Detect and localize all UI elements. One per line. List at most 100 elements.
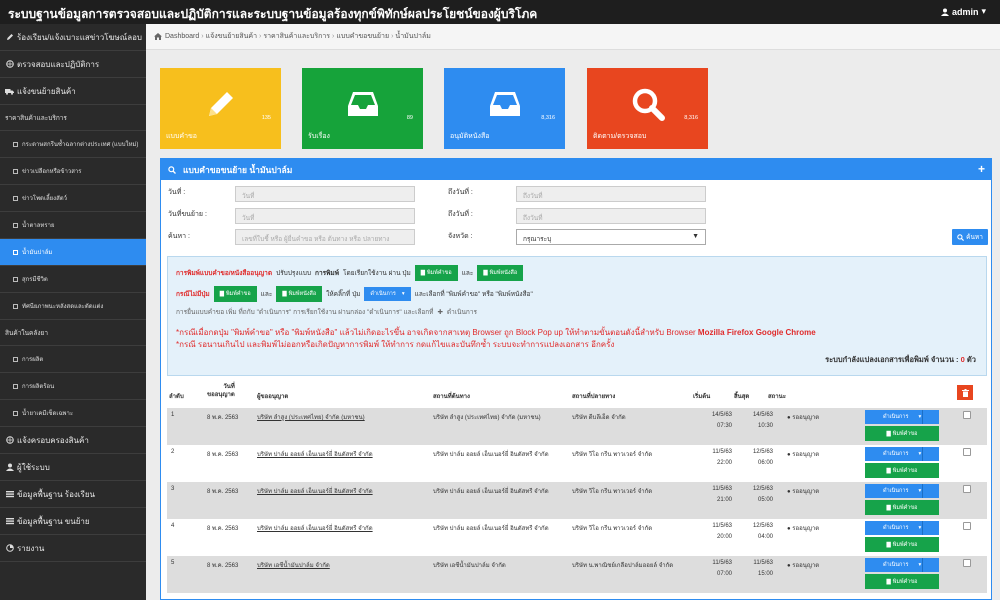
row-no: 2 [171, 449, 175, 455]
operate-button[interactable]: ดำเนินการ ▾ [364, 287, 411, 301]
sidebar-sub-item[interactable]: การผลิตร้อน [0, 373, 146, 400]
printer-icon: ▇ [886, 467, 891, 474]
sidebar-sub-item[interactable]: ข่าวเปลือกหรือข้าวสาร [0, 158, 146, 185]
sidebar-item-complaint-data[interactable]: ข้อมูลพื้นฐาน ร้องเรียน [0, 481, 146, 508]
tile-label: อนุมัติหนังสือ [450, 133, 490, 140]
row-checkbox[interactable] [963, 559, 971, 567]
table-row[interactable]: 2 8 พ.ค. 2563 บริษัท ปาล์ม ออยล์ เอ็นเนอ… [167, 445, 987, 482]
search-icon [632, 88, 665, 121]
row-date: 8 พ.ค. 2563 [207, 489, 239, 495]
row-dest: บริษัท น.พาณิชย์เกลือปาล์มออยล์ จำกัด [572, 563, 674, 569]
col-start: เริ่มต้น [693, 394, 711, 400]
sidebar-item-transport[interactable]: แจ้งขนย้ายสินค้า [0, 78, 146, 105]
row-dest: บริษัท วีโอ กรีน พาวเวอร์ จำกัด [572, 452, 653, 458]
date-input[interactable]: วันที่ [235, 186, 415, 202]
row-checkbox[interactable] [963, 448, 971, 456]
sidebar-item-possession[interactable]: แจ้งครอบครองสินค้า [0, 427, 146, 454]
operate-dropdown[interactable]: ดำเนินการ ▾ [865, 410, 939, 424]
to-move-date-input[interactable]: ถึงวันที่ [516, 208, 706, 224]
row-checkbox[interactable] [963, 522, 971, 530]
caret-down-icon: ▾ [918, 451, 922, 457]
print-form-button[interactable]: ▇ พิมพ์คำขอ [865, 574, 939, 589]
tile-approved[interactable]: 8,316 อนุมัติหนังสือ [444, 68, 565, 149]
sidebar-item-complaint[interactable]: ร้องเรียน/แจ้งเบาะแสข่าวโฆษณ์ลอบ [0, 24, 146, 51]
breadcrumb-dashboard[interactable]: Dashboard [165, 33, 199, 40]
row-applicant[interactable]: บริษัท ปาล์ม ออยล์ เอ็นเนอร์ยี่ อินดัสทร… [257, 486, 373, 496]
print-form-button[interactable]: ▇ พิมพ์คำขอ [865, 537, 939, 552]
row-end-time: 05:00 [757, 497, 773, 503]
province-select[interactable]: กรุณาระบุ ▼ [516, 229, 706, 245]
table-row[interactable]: 5 8 พ.ค. 2563 บริษัท เอชีน้ำมันปาล์ม จำก… [167, 556, 987, 593]
col-status: สถานะ [768, 394, 786, 400]
search-button[interactable]: ค้นหา [952, 229, 988, 245]
row-end-date: 12/5/63 [752, 449, 773, 455]
info-icon: ● [787, 526, 791, 532]
sidebar: ร้องเรียน/แจ้งเบาะแสข่าวโฆษณ์ลอบ ตรวจสอบ… [0, 24, 146, 600]
tile-received[interactable]: 89 รับเรื่อง [302, 68, 423, 149]
square-icon [13, 195, 18, 201]
sidebar-sub-item-palm-oil[interactable]: น้ำมันปาล์ม [0, 239, 146, 266]
printer-icon: ▇ [886, 504, 891, 511]
print-form-button[interactable]: ▇ พิมพ์คำขอ [865, 463, 939, 478]
tile-request[interactable]: 135 แบบคำขอ [160, 68, 281, 149]
row-applicant[interactable]: บริษัท ปาล์ม ออยล์ เอ็นเนอร์ยี่ อินดัสทร… [257, 523, 373, 533]
breadcrumb-prices[interactable]: ราคาสินค้าและบริการ [263, 31, 330, 42]
row-source: บริษัท เอชีน้ำมันปาล์ม จำกัด [433, 563, 506, 569]
sidebar-item-inspection[interactable]: ตรวจสอบและปฏิบัติการ [0, 51, 146, 78]
row-end-date: 12/5/63 [752, 523, 773, 529]
sidebar-sub-item[interactable]: กระดาษสกรีนซ้ำฉลากต่างประเทศ (แบบใหม่) [0, 131, 146, 158]
row-date: 8 พ.ค. 2563 [207, 452, 239, 458]
sidebar-sub-item[interactable]: น้ำยาเคมีเช็ดเฉพาะ [0, 400, 146, 427]
sidebar-sub-item[interactable]: น้ำตาลทราย [0, 212, 146, 239]
delete-button[interactable] [957, 385, 973, 400]
table-row[interactable]: 1 8 พ.ค. 2563 บริษัท ลำสูง (ประเทศไทย) จ… [167, 408, 987, 445]
row-checkbox[interactable] [963, 485, 971, 493]
row-no: 4 [171, 523, 175, 529]
row-checkbox[interactable] [963, 411, 971, 419]
sidebar-item-transport-data[interactable]: ข้อมูลพื้นฐาน ขนย้าย [0, 508, 146, 535]
list-icon [5, 517, 14, 525]
expand-icon[interactable]: + [978, 162, 985, 176]
tile-label: ติดตาม/ตรวจสอบ [593, 133, 647, 140]
plus-icon: ✚ [437, 309, 443, 316]
row-status: ● รออนุญาต [787, 415, 820, 421]
breadcrumb-transport[interactable]: แจ้งขนย้ายสินค้า [206, 31, 257, 42]
move-date-input[interactable]: วันที่ [235, 208, 415, 224]
sidebar-item-users[interactable]: ผู้ใช้ระบบ [0, 454, 146, 481]
caret-down-icon: ▾ [918, 525, 922, 531]
row-applicant[interactable]: บริษัท ลำสูง (ประเทศไทย) จำกัด (มหาชน) [257, 412, 365, 422]
operate-dropdown[interactable]: ดำเนินการ ▾ [865, 558, 939, 572]
info-box: การพิมพ์แบบคำขอ/หนังสืออนุญาต ปรับปรุงแบ… [167, 256, 987, 376]
sidebar-sub-item[interactable]: สุกรมีชีวิต [0, 266, 146, 293]
caret-down-icon: ▾ [981, 6, 986, 16]
print-letter-button[interactable]: ▇ พิมพ์หนังสือ [477, 265, 524, 281]
move-date-label: วันที่ขนย้าย : [168, 211, 207, 218]
sidebar-item-reports[interactable]: รายงาน [0, 535, 146, 562]
col-dest: สถานที่ปลายทาง [572, 394, 616, 400]
user-menu[interactable]: admin ▾ [940, 6, 986, 17]
print-form-button[interactable]: ▇ พิมพ์คำขอ [213, 286, 257, 302]
row-applicant[interactable]: บริษัท เอชีน้ำมันปาล์ม จำกัด [257, 560, 330, 570]
row-applicant[interactable]: บริษัท ปาล์ม ออยล์ เอ็นเนอร์ยี่ อินดัสทร… [257, 449, 373, 459]
print-form-button[interactable]: ▇ พิมพ์คำขอ [414, 265, 458, 281]
info-line-2: กรณีไม่มีปุ่ม ▇ พิมพ์คำขอ และ ▇ พิมพ์หนังส… [176, 286, 533, 302]
printer-icon: ▇ [886, 430, 891, 437]
to-date-input[interactable]: ถึงวันที่ [516, 186, 706, 202]
sidebar-sub-item[interactable]: การผลิต [0, 346, 146, 373]
print-letter-button[interactable]: ▇ พิมพ์หนังสือ [276, 286, 323, 302]
operate-dropdown[interactable]: ดำเนินการ ▾ [865, 447, 939, 461]
operate-dropdown[interactable]: ดำเนินการ ▾ [865, 521, 939, 535]
row-source: บริษัท ปาล์ม ออยล์ เอ็นเนอร์ยี่ อินดัสทร… [433, 452, 549, 458]
table-row[interactable]: 3 8 พ.ค. 2563 บริษัท ปาล์ม ออยล์ เอ็นเนอ… [167, 482, 987, 519]
tile-tracking[interactable]: 8,316 ติดตาม/ตรวจสอบ [587, 68, 708, 149]
operate-dropdown[interactable]: ดำเนินการ ▾ [865, 484, 939, 498]
sidebar-sub-item[interactable]: ข่าวโพดเลี้ยงสัตว์ [0, 185, 146, 212]
print-form-button[interactable]: ▇ พิมพ์คำขอ [865, 500, 939, 515]
sidebar-sub-item[interactable]: ทัศนียภาพนะหลังสดและตัดแต่ง [0, 293, 146, 320]
keyword-input[interactable]: เลขที่ใบชี้ หรือ ผู้ยื่นคำขอ หรือ ต้นทาง… [235, 229, 415, 245]
print-form-button[interactable]: ▇ พิมพ์คำขอ [865, 426, 939, 441]
table-row[interactable]: 4 8 พ.ค. 2563 บริษัท ปาล์ม ออยล์ เอ็นเนอ… [167, 519, 987, 556]
printer-icon: ▇ [219, 291, 224, 297]
breadcrumb-form[interactable]: แบบคำขอขนย้าย [336, 31, 389, 42]
row-start-time: 22:00 [716, 460, 732, 466]
